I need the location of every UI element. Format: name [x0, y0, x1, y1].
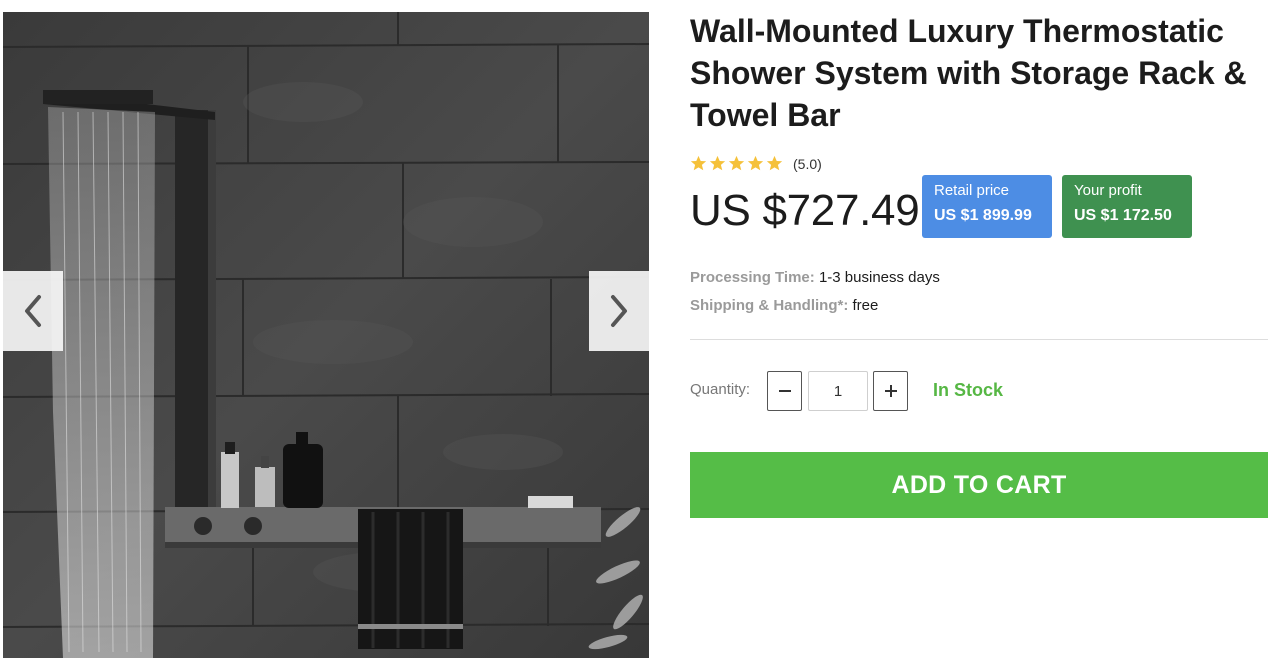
profit-badge: Your profit US $1 172.50: [1062, 175, 1192, 238]
processing-time-value: 1-3 business days: [818, 269, 940, 286]
quantity-label: Quantity:: [690, 381, 751, 398]
minus-icon: [778, 390, 791, 392]
quantity-input[interactable]: [808, 371, 868, 411]
gallery-prev-button[interactable]: [3, 271, 63, 351]
shipping-label: Shipping & Handling*:: [690, 297, 849, 314]
gallery-next-button[interactable]: [589, 271, 649, 351]
stock-status: In Stock: [933, 380, 1004, 400]
profit-label: Your profit: [1074, 182, 1142, 199]
star-icon: [747, 155, 764, 171]
product-price: US $727.49: [690, 186, 920, 235]
plus-icon: [884, 385, 897, 397]
star-icon: [728, 155, 745, 171]
product-image: [3, 12, 649, 658]
product-title: Wall-Mounted Luxury Thermostatic Shower …: [690, 13, 1247, 133]
processing-time-label: Processing Time:: [690, 269, 815, 286]
star-icon: [709, 155, 726, 171]
retail-price-label: Retail price: [934, 182, 1010, 199]
product-gallery: [3, 12, 649, 658]
retail-price-value: US $1 899.99: [934, 207, 1032, 224]
product-rating: (5.0): [690, 155, 822, 172]
quantity-increase-button[interactable]: [873, 371, 908, 411]
star-icon: [690, 155, 707, 171]
quantity-decrease-button[interactable]: [767, 371, 802, 411]
shipping-handling: Shipping & Handling*: free: [690, 296, 878, 316]
retail-price-badge: Retail price US $1 899.99: [922, 175, 1052, 238]
profit-value: US $1 172.50: [1074, 207, 1172, 224]
processing-time: Processing Time: 1-3 business days: [690, 268, 940, 288]
star-icon: [766, 155, 783, 171]
rating-value: (5.0): [793, 155, 822, 172]
chevron-left-icon: [25, 295, 41, 327]
divider: [690, 339, 1268, 340]
chevron-right-icon: [611, 295, 627, 327]
shipping-value: free: [852, 297, 879, 314]
add-to-cart-button[interactable]: ADD TO CART: [690, 452, 1268, 518]
